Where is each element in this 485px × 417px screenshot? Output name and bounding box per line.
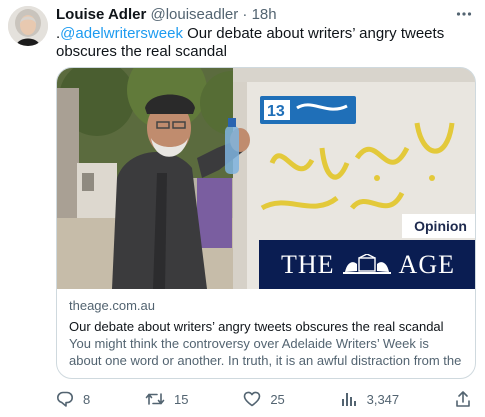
more-button[interactable] bbox=[453, 4, 475, 24]
reply-count: 8 bbox=[83, 391, 91, 407]
mention-link[interactable]: @adelwritersweek bbox=[60, 25, 183, 42]
crest-icon bbox=[342, 253, 391, 274]
card-description: You might think the controversy over Ade… bbox=[69, 336, 462, 379]
action-bar: 8 15 25 3,347 bbox=[56, 387, 472, 411]
tweet-text: .@adelwritersweek Our debate about write… bbox=[56, 25, 476, 61]
views-icon bbox=[341, 393, 356, 406]
tweet-header: Louise Adler @louiseadler · 18h bbox=[56, 6, 277, 24]
share-button[interactable] bbox=[454, 390, 472, 408]
retweet-count: 15 bbox=[174, 391, 189, 407]
the-age-masthead: THE AGE bbox=[259, 240, 475, 289]
like-button[interactable]: 25 bbox=[243, 390, 285, 408]
retweet-icon bbox=[145, 393, 165, 405]
more-icon bbox=[456, 12, 472, 16]
separator: · bbox=[242, 6, 248, 23]
author-handle[interactable]: @louiseadler bbox=[150, 6, 238, 23]
card-domain: theage.com.au bbox=[69, 298, 156, 313]
retweet-button[interactable]: 15 bbox=[145, 390, 189, 408]
avatar[interactable] bbox=[8, 6, 48, 46]
reply-button[interactable]: 8 bbox=[56, 390, 90, 408]
opinion-label: Opinion bbox=[402, 214, 475, 238]
tweet-time[interactable]: 18h bbox=[252, 6, 277, 23]
tweet[interactable]: Louise Adler @louiseadler · 18h .@adelwr… bbox=[0, 0, 485, 417]
views-count: 3,347 bbox=[366, 391, 400, 407]
like-icon bbox=[244, 391, 261, 407]
masthead-right-word: AGE bbox=[398, 249, 455, 279]
masthead-left-word: THE bbox=[281, 249, 335, 279]
card-title: Our debate about writers’ angry tweets o… bbox=[69, 319, 444, 334]
share-icon bbox=[456, 391, 470, 407]
reply-icon bbox=[57, 391, 73, 407]
like-count: 25 bbox=[270, 391, 285, 407]
link-card[interactable]: 13 Opinion THE AGE theage.com.au Our deb… bbox=[56, 67, 476, 379]
views-button[interactable]: 3,347 bbox=[340, 390, 400, 408]
author-name[interactable]: Louise Adler bbox=[56, 6, 146, 23]
wall-sign-number: 13 bbox=[267, 103, 285, 120]
card-image[interactable]: 13 Opinion THE AGE bbox=[57, 68, 475, 289]
card-info[interactable]: theage.com.au Our debate about writers’ … bbox=[57, 289, 475, 379]
